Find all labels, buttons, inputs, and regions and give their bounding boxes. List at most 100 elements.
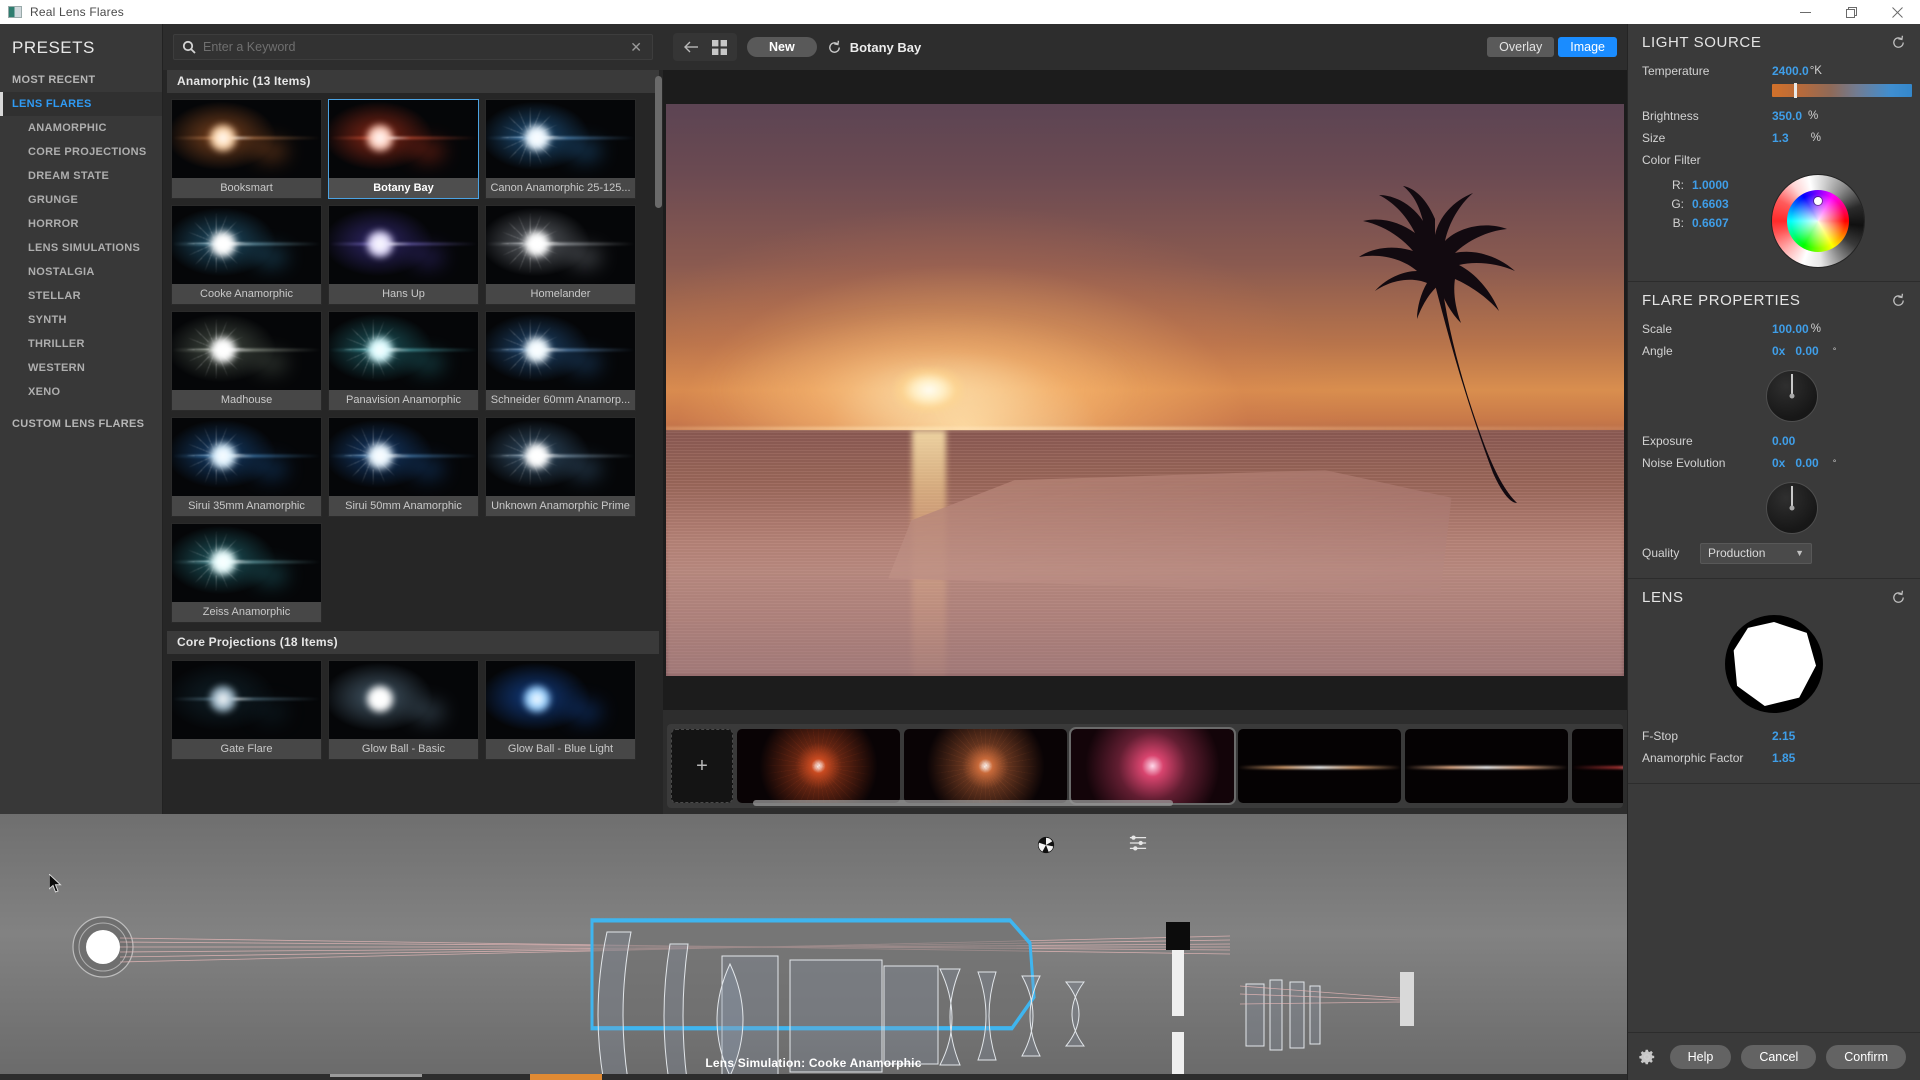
filmstrip-item[interactable] — [1238, 729, 1401, 803]
value-anamorphic-factor[interactable]: 1.85 — [1772, 751, 1795, 765]
value-size[interactable]: 1.3 — [1772, 131, 1789, 145]
preset-grid-scroll[interactable]: Anamorphic (13 Items)BooksmartBotany Bay… — [163, 70, 663, 818]
bottom-progress-bar — [0, 1074, 1627, 1080]
angle-knob[interactable] — [1766, 370, 1818, 422]
value-temperature[interactable]: 2400.0 — [1772, 64, 1809, 78]
sidebar-item-synth[interactable]: SYNTH — [0, 308, 162, 332]
row-brightness: Brightness 350.0 % — [1642, 105, 1906, 127]
value-b[interactable]: 0.6607 — [1692, 216, 1729, 230]
temperature-slider-thumb[interactable] — [1794, 83, 1797, 98]
light-source-reset-icon[interactable] — [1891, 35, 1906, 50]
maximize-button[interactable] — [1828, 0, 1874, 24]
sidebar-item-label: STELLAR — [28, 290, 81, 302]
preset-card[interactable]: Zeiss Anamorphic — [171, 523, 322, 623]
sidebar-item-anamorphic[interactable]: ANAMORPHIC — [0, 116, 162, 140]
window-title: Real Lens Flares — [30, 5, 124, 19]
sidebar-item-stellar[interactable]: STELLAR — [0, 284, 162, 308]
quality-select[interactable]: Production ▼ — [1700, 543, 1812, 564]
value-r[interactable]: 1.0000 — [1692, 178, 1729, 192]
lens-reset-icon[interactable] — [1891, 590, 1906, 605]
temperature-slider[interactable] — [1772, 84, 1912, 97]
sidebar-item-grunge[interactable]: GRUNGE — [0, 188, 162, 212]
noise-evolution-knob[interactable] — [1766, 482, 1818, 534]
preset-card[interactable]: Cooke Anamorphic — [171, 205, 322, 305]
filmstrip-item[interactable] — [1405, 729, 1568, 803]
preset-card[interactable]: Schneider 60mm Anamorp... — [485, 311, 636, 411]
value-g[interactable]: 0.6603 — [1692, 197, 1729, 211]
cancel-button[interactable]: Cancel — [1741, 1045, 1816, 1069]
sidebar-item-horror[interactable]: HORROR — [0, 212, 162, 236]
filmstrip-item[interactable] — [904, 729, 1067, 803]
preset-card[interactable]: Canon Anamorphic 25-125... — [485, 99, 636, 199]
filmstrip-scrollbar[interactable] — [753, 800, 1173, 806]
label-r: R: — [1664, 178, 1684, 192]
aperture-shape-preview[interactable] — [1725, 615, 1823, 713]
sidebar-item-thriller[interactable]: THRILLER — [0, 332, 162, 356]
preset-card[interactable]: Madhouse — [171, 311, 322, 411]
unit-brightness: % — [1808, 110, 1818, 122]
sidebar-item-core-projections[interactable]: CORE PROJECTIONS — [0, 140, 162, 164]
value-noise[interactable]: 0.00 — [1795, 456, 1818, 470]
grid-icon[interactable] — [709, 37, 729, 57]
preset-card[interactable]: Homelander — [485, 205, 636, 305]
toggle-image[interactable]: Image — [1558, 37, 1617, 57]
preview-canvas[interactable] — [663, 70, 1627, 710]
confirm-button[interactable]: Confirm — [1826, 1045, 1906, 1069]
sidebar-item-nostalgia[interactable]: NOSTALGIA — [0, 260, 162, 284]
new-preset-button[interactable]: New — [747, 37, 817, 57]
preset-card[interactable]: Unknown Anamorphic Prime — [485, 417, 636, 517]
toggle-overlay[interactable]: Overlay — [1487, 37, 1554, 57]
search-box[interactable]: ✕ — [173, 34, 653, 60]
preset-thumbnail — [172, 206, 321, 284]
preset-card[interactable]: Glow Ball - Basic — [328, 660, 479, 760]
aperture-preview-wrapper — [1642, 615, 1906, 713]
filmstrip-item[interactable] — [1572, 729, 1623, 803]
preset-card-label: Sirui 35mm Anamorphic — [172, 496, 321, 516]
sidebar-item-dream-state[interactable]: DREAM STATE — [0, 164, 162, 188]
color-wheel-handle[interactable] — [1814, 197, 1822, 205]
value-scale[interactable]: 100.00 — [1772, 322, 1809, 336]
filmstrip-item[interactable] — [737, 729, 900, 803]
value-f-stop[interactable]: 2.15 — [1772, 729, 1795, 743]
color-wheel[interactable] — [1772, 175, 1864, 267]
sidebar-item-xeno[interactable]: XENO — [0, 380, 162, 404]
sun-disc — [894, 367, 964, 413]
sidebar-item-western[interactable]: WESTERN — [0, 356, 162, 380]
preset-card[interactable]: Panavision Anamorphic — [328, 311, 479, 411]
preset-card[interactable]: Botany Bay — [328, 99, 479, 199]
value-angle-turns[interactable]: 0x — [1772, 344, 1785, 358]
sidebar-item-lens-flares[interactable]: LENS FLARES — [0, 92, 162, 116]
preset-thumbnail — [329, 206, 478, 284]
flare-properties-reset-icon[interactable] — [1891, 293, 1906, 308]
reset-icon[interactable] — [827, 40, 842, 55]
preset-card[interactable]: Hans Up — [328, 205, 479, 305]
preset-group-header: Core Projections (18 Items) — [167, 631, 659, 654]
filmstrip-item[interactable] — [1071, 729, 1234, 803]
preset-card[interactable]: Sirui 35mm Anamorphic — [171, 417, 322, 517]
gear-icon[interactable] — [1638, 1048, 1656, 1066]
add-element-button[interactable]: + — [671, 729, 733, 803]
sliders-icon[interactable] — [1128, 834, 1148, 857]
preset-card[interactable]: Glow Ball - Blue Light — [485, 660, 636, 760]
value-exposure[interactable]: 0.00 — [1772, 434, 1795, 448]
arrow-left-icon[interactable] — [681, 37, 701, 57]
aperture-icon[interactable] — [1037, 836, 1055, 859]
value-brightness[interactable]: 350.0 — [1772, 109, 1802, 123]
value-noise-turns[interactable]: 0x — [1772, 456, 1785, 470]
help-button[interactable]: Help — [1670, 1045, 1732, 1069]
preset-card[interactable]: Sirui 50mm Anamorphic — [328, 417, 479, 517]
sidebar-item-custom-lens-flares[interactable]: CUSTOM LENS FLARES — [0, 412, 162, 436]
preset-card[interactable]: Gate Flare — [171, 660, 322, 760]
sidebar-item-most-recent[interactable]: MOST RECENT — [0, 68, 162, 92]
search-input[interactable] — [203, 40, 628, 54]
value-angle[interactable]: 0.00 — [1795, 344, 1818, 358]
preset-grid-scrollbar[interactable] — [655, 76, 662, 636]
sidebar-item-lens-simulations[interactable]: LENS SIMULATIONS — [0, 236, 162, 260]
flare-element-filmstrip[interactable]: + — [667, 724, 1623, 808]
close-button[interactable] — [1874, 0, 1920, 24]
clear-search-icon[interactable]: ✕ — [628, 40, 644, 54]
minimize-button[interactable] — [1782, 0, 1828, 24]
lens-simulation-panel[interactable]: Lens Simulation: Cooke Anamorphic — [0, 814, 1627, 1080]
preset-card[interactable]: Booksmart — [171, 99, 322, 199]
preset-thumbnail — [329, 312, 478, 390]
